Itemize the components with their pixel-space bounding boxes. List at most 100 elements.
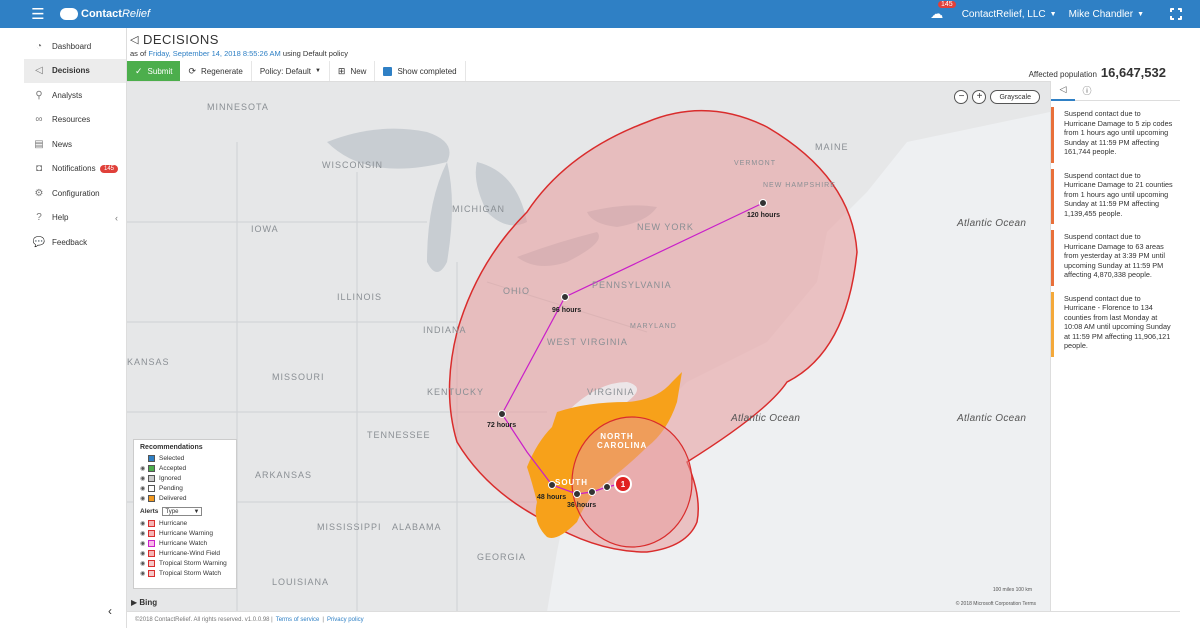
map-label-west-virginia: WEST VIRGINIA xyxy=(547,337,628,347)
map-label-minnesota: MINNESOTA xyxy=(207,102,269,112)
legend-item[interactable]: ◉ Hurricane xyxy=(140,518,230,528)
decision-item[interactable]: Suspend contact due to Hurricane Damage … xyxy=(1051,168,1180,224)
app-logo[interactable]: Contact Relief xyxy=(60,8,150,20)
chevron-left-icon: ‹ xyxy=(115,212,118,223)
tab-info[interactable]: ⓘ xyxy=(1075,81,1099,101)
sidebar-item-configuration[interactable]: ⚙ Configuration xyxy=(24,181,126,206)
gear-icon: ⚙ xyxy=(34,187,44,199)
map-copyright: © 2018 Microsoft Corporation Terms xyxy=(955,601,1036,607)
map-scale: 100 miles 100 km xyxy=(992,587,1032,593)
notifications-count-badge: 145 xyxy=(99,164,118,173)
storm-marker[interactable]: 1 xyxy=(614,475,632,493)
policy-dropdown[interactable]: Policy: Default ▼ xyxy=(252,61,330,81)
menu-icon[interactable]: ☰ xyxy=(24,0,52,28)
legend-label: Hurricane Warning xyxy=(159,529,213,537)
brand-name: Contact xyxy=(81,8,122,20)
bell-icon: ◘ xyxy=(35,163,43,175)
legend-item[interactable]: ◉ Hurricane Watch xyxy=(140,538,230,548)
legend-label: Accepted xyxy=(159,464,187,472)
legend-swatch xyxy=(148,559,155,567)
sidebar-item-help[interactable]: ? Help ‹ xyxy=(24,206,126,231)
alerts-title: Alerts xyxy=(140,508,159,515)
eye-icon: ◉ xyxy=(140,560,146,567)
legend-label: Delivered xyxy=(159,494,187,502)
sidebar-item-label: Dashboard xyxy=(52,41,92,51)
legend-label: Selected xyxy=(159,454,185,462)
sidebar-item-notifications[interactable]: ◘ Notifications 145 xyxy=(24,157,126,182)
tab-decisions[interactable]: ◁ xyxy=(1051,81,1075,101)
legend-item[interactable]: ◉ Pending xyxy=(140,483,230,493)
eye-icon: ◉ xyxy=(140,550,146,557)
new-button[interactable]: ⊞ New xyxy=(330,61,376,81)
org-selector[interactable]: ContactRelief, LLC ▼ xyxy=(962,9,1057,20)
link-icon: ∞ xyxy=(35,114,43,126)
map-label-new-york: NEW YORK xyxy=(637,222,694,232)
new-label: New xyxy=(350,66,367,76)
org-name: ContactRelief, LLC xyxy=(961,8,1046,20)
decision-item[interactable]: Suspend contact due to Hurricane Damage … xyxy=(1051,230,1180,286)
bing-logo[interactable]: ▶ Bing xyxy=(131,598,157,607)
map-label-wisconsin: WISCONSIN xyxy=(322,160,384,170)
map-label-maryland: MARYLAND xyxy=(630,323,677,330)
map-style-selector[interactable]: Grayscale xyxy=(990,90,1040,104)
legend-swatch xyxy=(148,474,155,482)
map-label-arkansas: ARKANSAS xyxy=(255,470,313,480)
decision-item[interactable]: Suspend contact due to Hurricane - Flore… xyxy=(1051,291,1180,357)
megaphone-icon: ◁ xyxy=(35,65,43,77)
legend-item[interactable]: ◉ Accepted xyxy=(140,463,230,473)
page-title: ◁ DECISIONS xyxy=(130,32,348,47)
legend-item[interactable]: Selected xyxy=(140,453,230,463)
show-completed-toggle[interactable]: Show completed xyxy=(375,61,466,81)
eye-icon: ◉ xyxy=(140,520,146,527)
sidebar-item-label: Feedback xyxy=(52,237,88,247)
regenerate-button[interactable]: ⟳ Regenerate xyxy=(180,61,252,81)
alerts-type-select[interactable]: Type ▼ xyxy=(162,507,203,516)
legend-item[interactable]: ◉ Ignored xyxy=(140,473,230,483)
map[interactable]: MINNESOTA WISCONSIN MICHIGAN IOWA ILLINO… xyxy=(127,81,1050,611)
legend-item[interactable]: ◉ Hurricane Warning xyxy=(140,528,230,538)
as-of-date-link[interactable]: Friday, September 14, 2018 8:55:26 AM xyxy=(148,49,280,58)
map-label-kentucky: KENTUCKY xyxy=(427,387,485,397)
grid-icon: ⊞ xyxy=(337,65,346,76)
map-label-georgia: GEORGIA xyxy=(477,552,527,562)
map-label-atlantic-ocean: Atlantic Ocean xyxy=(731,413,801,424)
zoom-in-button[interactable]: + xyxy=(972,90,987,104)
legend-item[interactable]: ◉ Hurricane-Wind Field xyxy=(140,548,230,558)
legend-item[interactable]: ◉ Tropical Storm Warning xyxy=(140,558,230,568)
privacy-link[interactable]: Privacy policy xyxy=(327,617,364,623)
zoom-out-button[interactable]: − xyxy=(954,90,969,104)
sidebar-item-resources[interactable]: ∞ Resources xyxy=(24,108,126,133)
dashboard-icon: ◔ xyxy=(35,40,43,52)
collapse-sidebar-icon[interactable]: ‹ xyxy=(108,604,112,618)
sidebar-item-decisions[interactable]: ◁ Decisions xyxy=(24,58,126,83)
legend-label: Ignored xyxy=(159,474,182,482)
fullscreen-icon[interactable] xyxy=(1169,7,1183,21)
sidebar-item-dashboard[interactable]: ◔ Dashboard xyxy=(24,34,126,59)
map-label-michigan: MICHIGAN xyxy=(452,204,505,214)
legend-swatch xyxy=(148,454,155,462)
footer: ©2018 ContactRelief. All rights reserved… xyxy=(127,611,1180,628)
legend-swatch xyxy=(148,529,155,537)
sidebar-item-feedback[interactable]: 💬 Feedback xyxy=(24,230,126,255)
user-menu[interactable]: Mike Chandler ▼ xyxy=(1069,9,1144,20)
notifications-icon[interactable]: ☁ 145 xyxy=(928,1,956,22)
show-completed-label: Show completed xyxy=(397,66,457,76)
map-label-ohio: OHIO xyxy=(503,286,531,296)
map-label-virginia: VIRGINIA xyxy=(587,387,635,397)
map-label-indiana: INDIANA xyxy=(423,325,467,335)
sidebar-item-analysts[interactable]: ⚲ Analysts xyxy=(24,83,126,108)
legend-item[interactable]: ◉ Delivered xyxy=(140,493,230,503)
terms-link[interactable]: Terms of service xyxy=(276,617,320,623)
map-label-vermont: VERMONT xyxy=(734,160,776,167)
eye-icon: ◉ xyxy=(140,495,146,502)
sidebar-item-news[interactable]: ▤ News xyxy=(24,132,126,157)
decision-item[interactable]: Suspend contact due to Hurricane Damage … xyxy=(1051,107,1180,163)
legend-item[interactable]: ◉ Tropical Storm Watch xyxy=(140,568,230,578)
chevron-down-icon: ▼ xyxy=(1137,10,1144,18)
notifications-badge: 145 xyxy=(938,1,956,8)
top-bar: ☰ Contact Relief ☁ 145 ContactRelief, LLC ▼… xyxy=(0,0,1200,28)
submit-button[interactable]: ✓ Submit xyxy=(127,61,181,81)
footer-copyright: ©2018 ContactRelief. All rights reserved… xyxy=(135,617,273,623)
track-label-96h: 96 hours xyxy=(552,307,582,314)
show-completed-checkbox[interactable] xyxy=(383,66,393,76)
